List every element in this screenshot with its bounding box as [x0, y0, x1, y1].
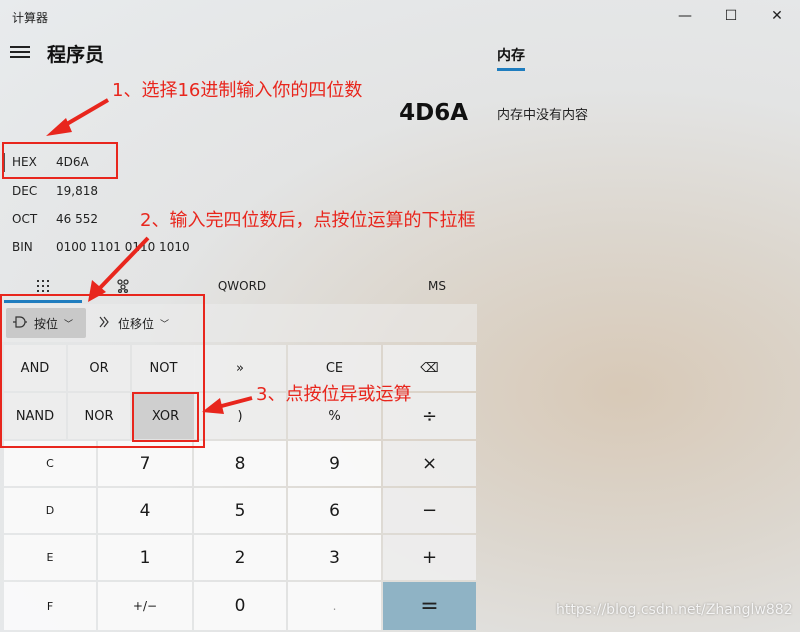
hex-d-key[interactable]: D [4, 488, 96, 533]
memory-empty-message: 内存中没有内容 [497, 108, 589, 123]
digit-2-key[interactable]: 2 [194, 535, 286, 580]
arrow-to-hex [58, 98, 110, 130]
digit-9-key[interactable]: 9 [288, 441, 381, 486]
digit-1-key[interactable]: 1 [98, 535, 192, 580]
digit-3-key[interactable]: 3 [288, 535, 381, 580]
window-title: 计算器 [12, 11, 49, 25]
arrow-head-hex [46, 118, 72, 136]
full-keypad-icon[interactable] [30, 276, 56, 296]
hamburger-menu-icon[interactable] [10, 44, 30, 60]
memory-store-button[interactable]: MS [420, 276, 454, 296]
digit-5-key[interactable]: 5 [194, 488, 286, 533]
annotation-step-2: 2、输入完四位数后，点按位运算的下拉框 [140, 210, 476, 231]
display-value: 4D6A [399, 100, 468, 126]
radix-value: 19,818 [56, 184, 98, 198]
annotation-box-xor [132, 392, 199, 442]
radix-row-bin[interactable]: BIN 0100 1101 0110 1010 [0, 234, 300, 260]
hex-f-key[interactable]: F [4, 582, 96, 630]
radix-name: BIN [12, 240, 33, 254]
maximize-button[interactable]: ☐ [708, 0, 754, 32]
subtract-key[interactable]: − [383, 488, 476, 533]
add-key[interactable]: + [383, 535, 476, 580]
radix-name: DEC [12, 184, 38, 198]
multiply-key[interactable]: × [383, 441, 476, 486]
digit-0-key[interactable]: 0 [194, 582, 286, 630]
digit-8-key[interactable]: 8 [194, 441, 286, 486]
decimal-key[interactable]: . [288, 582, 381, 630]
close-button[interactable]: ✕ [754, 0, 800, 32]
annotation-step-1: 1、选择16进制输入你的四位数 [112, 80, 363, 101]
radix-value: 46 552 [56, 212, 98, 226]
memory-tab-indicator [497, 68, 525, 71]
equals-key[interactable]: = [383, 582, 476, 630]
tab-memory[interactable]: 内存 [497, 45, 525, 65]
negate-key[interactable]: +/− [98, 582, 192, 630]
mode-title: 程序员 [47, 44, 105, 66]
hex-e-key[interactable]: E [4, 535, 96, 580]
radix-name: OCT [12, 212, 38, 226]
digit-6-key[interactable]: 6 [288, 488, 381, 533]
annotation-box-hex [2, 142, 118, 179]
annotation-step-3: 3、点按位异或运算 [256, 384, 412, 405]
radix-row-dec[interactable]: DEC 19,818 [0, 178, 300, 204]
bit-toggling-keypad-icon[interactable] [112, 276, 134, 296]
minimize-button[interactable]: — [662, 0, 708, 32]
radix-value: 0100 1101 0110 1010 [56, 240, 190, 254]
watermark: https://blog.csdn.net/Zhanglw882 [556, 602, 793, 618]
digit-4-key[interactable]: 4 [98, 488, 192, 533]
word-size-button[interactable]: QWORD [212, 276, 272, 296]
